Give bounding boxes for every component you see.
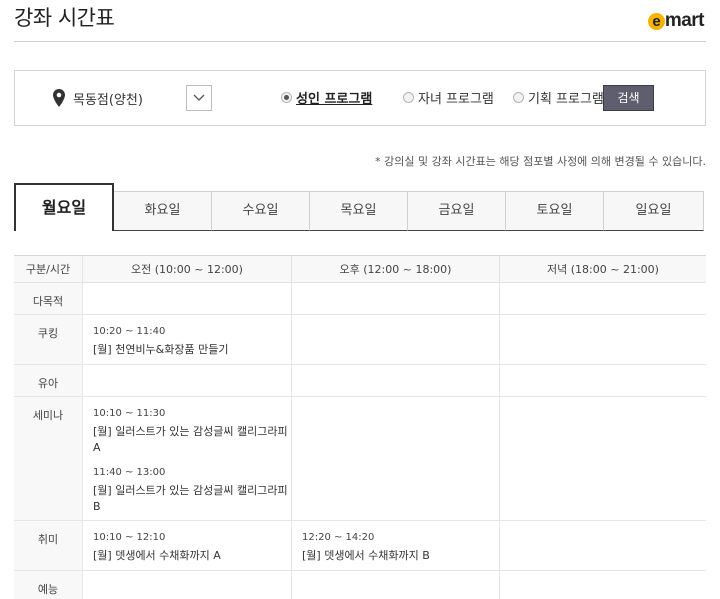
radio-circle[interactable]	[403, 92, 414, 103]
table-body: 다목적 쿠킹 10:20 ~ 11:40 [월] 천연비누&화장품 만들기 유아 세미나 1…	[14, 283, 706, 599]
table-row: 취미 10:10 ~ 12:10 [월] 뎃생에서 수채화까지 A 12:20 ~ 1…	[14, 521, 706, 571]
search-button[interactable]: 검색	[603, 85, 654, 111]
header-afternoon: 오후 (12:00 ~ 18:00)	[291, 256, 499, 283]
schedule-cell-afternoon	[291, 397, 499, 520]
location-pin-icon	[53, 89, 65, 107]
filter-panel: 목동점(양천) 성인 프로그램 자녀 프로그램 기획 프로그램 검색	[14, 70, 706, 126]
schedule-cell-afternoon	[291, 315, 499, 364]
schedule-cell-evening	[499, 315, 706, 364]
radio-circle[interactable]	[513, 92, 524, 103]
schedule-cell-evening	[499, 365, 706, 396]
schedule-cell-evening	[499, 397, 706, 520]
class-time: 10:10 ~ 11:30	[93, 408, 166, 419]
header-evening: 저녁 (18:00 ~ 21:00)	[499, 256, 706, 283]
table-row: 유아	[14, 365, 706, 397]
schedule-cell-afternoon	[291, 365, 499, 396]
table-header: 구분/시간 오전 (10:00 ~ 12:00) 오후 (12:00 ~ 18:…	[14, 255, 706, 283]
table-row: 다목적	[14, 283, 706, 315]
store-select-button[interactable]	[186, 85, 212, 111]
store-name: 목동점(양천)	[73, 93, 143, 108]
class-title-link[interactable]: [월] 뎃생에서 수채화까지 B	[302, 548, 499, 564]
schedule-cell-morning	[82, 283, 291, 314]
schedule-cell-afternoon: 12:20 ~ 14:20 [월] 뎃생에서 수채화까지 B	[291, 521, 499, 570]
class-entry[interactable]: 11:40 ~ 13:00 [월] 일러스트가 있는 감성글씨 캘리그라피 B	[93, 466, 291, 515]
class-entry[interactable]: 10:20 ~ 11:40 [월] 천연비누&화장품 만들기	[93, 325, 291, 358]
schedule-cell-evening	[499, 521, 706, 570]
class-title-link[interactable]: [월] 일러스트가 있는 감성글씨 캘리그라피 A	[93, 424, 291, 456]
class-time: 10:10 ~ 12:10	[93, 532, 166, 543]
tab-day-4[interactable]: 금요일	[408, 191, 506, 231]
page-title: 강좌 시간표	[14, 6, 115, 30]
weekday-tabs: 월요일 화요일 수요일 목요일 금요일 토요일 일요일	[14, 183, 706, 231]
table-row: 쿠킹 10:20 ~ 11:40 [월] 천연비누&화장품 만들기	[14, 315, 706, 365]
schedule-table: 구분/시간 오전 (10:00 ~ 12:00) 오후 (12:00 ~ 18:…	[14, 255, 706, 599]
class-time: 11:40 ~ 13:00	[93, 467, 166, 478]
class-title-link[interactable]: [월] 천연비누&화장품 만들기	[93, 342, 291, 358]
row-category: 예능	[14, 571, 82, 599]
table-row: 예능	[14, 571, 706, 599]
tab-day-2[interactable]: 수요일	[212, 191, 310, 231]
schedule-cell-morning: 10:10 ~ 12:10 [월] 뎃생에서 수채화까지 A	[82, 521, 291, 570]
header-morning: 오전 (10:00 ~ 12:00)	[82, 256, 291, 283]
schedule-cell-morning: 10:10 ~ 11:30 [월] 일러스트가 있는 감성글씨 캘리그라피 A 11…	[82, 397, 291, 520]
schedule-cell-evening	[499, 571, 706, 599]
emart-logo[interactable]: e mart	[647, 10, 705, 32]
page-header: 강좌 시간표 e mart	[14, 0, 706, 42]
row-category: 유아	[14, 365, 82, 396]
tab-day-5[interactable]: 토요일	[506, 191, 604, 231]
logo-text: mart	[664, 10, 705, 31]
table-row: 세미나 10:10 ~ 11:30 [월] 일러스트가 있는 감성글씨 캘리그라피 …	[14, 397, 706, 521]
schedule-cell-morning	[82, 365, 291, 396]
radio-circle[interactable]	[281, 92, 292, 103]
class-entry[interactable]: 12:20 ~ 14:20 [월] 뎃생에서 수채화까지 B	[302, 531, 499, 564]
logo-letter: e	[647, 13, 665, 30]
schedule-notice: * 강의실 및 강좌 시간표는 해당 점포별 사정에 의해 변경될 수 있습니다…	[375, 155, 706, 168]
row-category: 다목적	[14, 283, 82, 314]
class-title-link[interactable]: [월] 일러스트가 있는 감성글씨 캘리그라피 B	[93, 483, 291, 515]
schedule-cell-afternoon	[291, 283, 499, 314]
radio-label: 자녀 프로그램	[418, 92, 494, 107]
schedule-cell-morning	[82, 571, 291, 599]
row-category: 쿠킹	[14, 315, 82, 364]
schedule-cell-evening	[499, 283, 706, 314]
schedule-cell-afternoon	[291, 571, 499, 599]
header-category: 구분/시간	[25, 263, 71, 276]
schedule-cell-morning: 10:20 ~ 11:40 [월] 천연비누&화장품 만들기	[82, 315, 291, 364]
class-entry[interactable]: 10:10 ~ 12:10 [월] 뎃생에서 수채화까지 A	[93, 531, 291, 564]
class-title-link[interactable]: [월] 뎃생에서 수채화까지 A	[93, 548, 291, 564]
tab-day-1[interactable]: 화요일	[114, 191, 212, 231]
class-entry[interactable]: 10:10 ~ 11:30 [월] 일러스트가 있는 감성글씨 캘리그라피 A	[93, 407, 291, 456]
row-category: 취미	[14, 521, 82, 570]
class-time: 10:20 ~ 11:40	[93, 326, 166, 337]
tab-day-3[interactable]: 목요일	[310, 191, 408, 231]
row-category: 세미나	[14, 397, 82, 520]
radio-label: 기획 프로그램	[528, 92, 604, 107]
chevron-down-icon	[193, 94, 205, 101]
class-time: 12:20 ~ 14:20	[302, 532, 375, 543]
tab-day-0[interactable]: 월요일	[14, 183, 114, 231]
tab-day-6[interactable]: 일요일	[604, 191, 704, 231]
radio-label: 성인 프로그램	[296, 92, 373, 107]
